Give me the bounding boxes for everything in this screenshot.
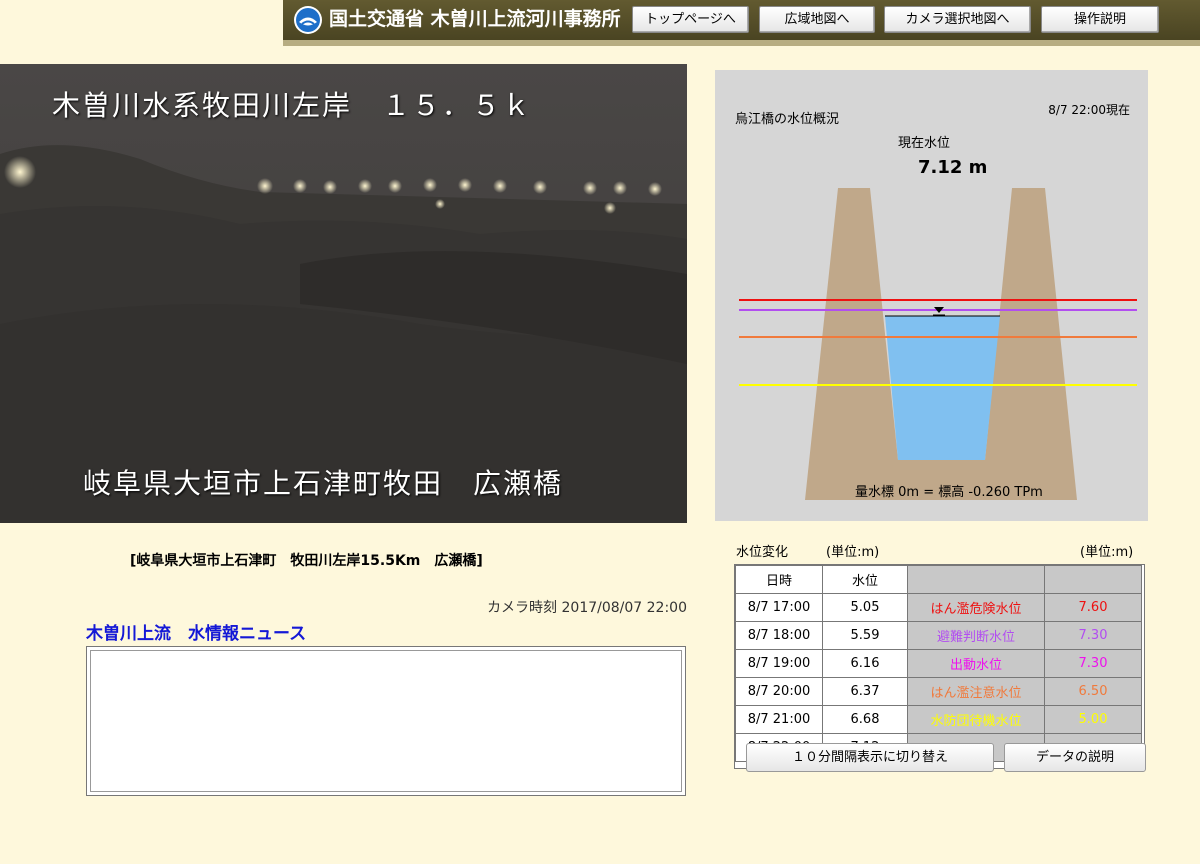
row-time: 8/7 18:00 bbox=[735, 621, 823, 650]
camera-overlay-location: 岐阜県大垣市上石津町牧田 広瀬橋 bbox=[83, 467, 564, 500]
table-header-row: 日時 水位 bbox=[735, 565, 1142, 594]
header-bar: 国土交通省 木曽川上流河川事務所 トップページへ 広域地図へ カメラ選択地図へ … bbox=[283, 0, 1200, 42]
table-row: 8/7 21:00 6.68 水防団待機水位 5.00 bbox=[735, 705, 1142, 734]
news-box bbox=[86, 646, 686, 796]
camera-scene bbox=[0, 64, 687, 523]
row-threshold-name: 出動水位 bbox=[907, 649, 1045, 678]
row-value: 6.68 bbox=[822, 705, 908, 734]
camera-image: 木曽川水系牧田川左岸 １５．５ｋ 岐阜県大垣市上石津町牧田 広瀬橋 bbox=[0, 64, 687, 523]
unit-label-left: (単位:m) bbox=[826, 545, 880, 560]
current-level-label: 現在水位 bbox=[898, 136, 951, 151]
row-threshold-value: 5.00 bbox=[1044, 705, 1142, 734]
row-time: 8/7 21:00 bbox=[735, 705, 823, 734]
row-threshold-name: はん濫注意水位 bbox=[907, 677, 1045, 706]
location-caption: [岐阜県大垣市上石津町 牧田川左岸15.5Km 広瀬橋] bbox=[130, 553, 483, 569]
level-table-container[interactable]: 日時 水位 8/7 17:00 5.05 はん濫危険水位 7.60 8/7 18:00 5… bbox=[734, 564, 1145, 769]
toggle-10min-button[interactable]: １０分間隔表示に切り替え bbox=[746, 743, 994, 772]
water-panel-title: 烏江橋の水位概況 bbox=[735, 112, 840, 127]
wide-area-map-button[interactable]: 広域地図へ bbox=[759, 6, 875, 33]
row-time: 8/7 17:00 bbox=[735, 593, 823, 622]
row-value: 5.59 bbox=[822, 621, 908, 650]
top-page-button[interactable]: トップページへ bbox=[632, 6, 749, 33]
row-threshold-value: 7.30 bbox=[1044, 621, 1142, 650]
level-change-label: 水位変化 bbox=[736, 545, 789, 560]
water-panel-timestamp: 8/7 22:00現在 bbox=[1048, 103, 1130, 117]
row-threshold-value: 6.50 bbox=[1044, 677, 1142, 706]
ministry-logo-icon bbox=[294, 6, 322, 34]
help-button[interactable]: 操作説明 bbox=[1041, 6, 1159, 33]
row-value: 6.37 bbox=[822, 677, 908, 706]
header-value: 水位 bbox=[822, 565, 908, 594]
level-table: 日時 水位 8/7 17:00 5.05 はん濫危険水位 7.60 8/7 18:00 5… bbox=[735, 565, 1142, 762]
header-underline bbox=[283, 40, 1200, 46]
news-title-link[interactable]: 木曽川上流 水情報ニュース bbox=[86, 619, 486, 644]
table-row: 8/7 17:00 5.05 はん濫危険水位 7.60 bbox=[735, 593, 1142, 622]
row-time: 8/7 20:00 bbox=[735, 677, 823, 706]
camera-overlay-title: 木曽川水系牧田川左岸 １５．５ｋ bbox=[52, 89, 533, 122]
row-value: 6.16 bbox=[822, 649, 908, 678]
header-threshold-value bbox=[1044, 565, 1142, 594]
header-threshold-name bbox=[907, 565, 1045, 594]
header-time: 日時 bbox=[735, 565, 823, 594]
row-threshold-name: はん濫危険水位 bbox=[907, 593, 1045, 622]
data-help-button[interactable]: データの説明 bbox=[1004, 743, 1146, 772]
table-row: 8/7 19:00 6.16 出動水位 7.30 bbox=[735, 649, 1142, 678]
row-threshold-name: 水防団待機水位 bbox=[907, 705, 1045, 734]
camera-timestamp: カメラ時刻 2017/08/07 22:00 bbox=[487, 600, 687, 616]
water-level-panel: 烏江橋の水位概況 8/7 22:00現在 現在水位 7.12 m 量水標 0m … bbox=[715, 70, 1148, 521]
current-level-value: 7.12 m bbox=[918, 157, 988, 178]
row-time: 8/7 19:00 bbox=[735, 649, 823, 678]
table-row: 8/7 18:00 5.59 避難判断水位 7.30 bbox=[735, 621, 1142, 650]
site-title: 国土交通省 木曽川上流河川事務所 bbox=[329, 8, 621, 30]
row-value: 5.05 bbox=[822, 593, 908, 622]
table-row: 8/7 20:00 6.37 はん濫注意水位 6.50 bbox=[735, 677, 1142, 706]
camera-select-map-button[interactable]: カメラ選択地図へ bbox=[884, 6, 1031, 33]
row-threshold-value: 7.60 bbox=[1044, 593, 1142, 622]
unit-label-right: (単位:m) bbox=[1080, 545, 1134, 560]
gauge-reference: 量水標 0m = 標高 -0.260 TPm bbox=[855, 485, 1043, 500]
row-threshold-name: 避難判断水位 bbox=[907, 621, 1045, 650]
row-threshold-value: 7.30 bbox=[1044, 649, 1142, 678]
